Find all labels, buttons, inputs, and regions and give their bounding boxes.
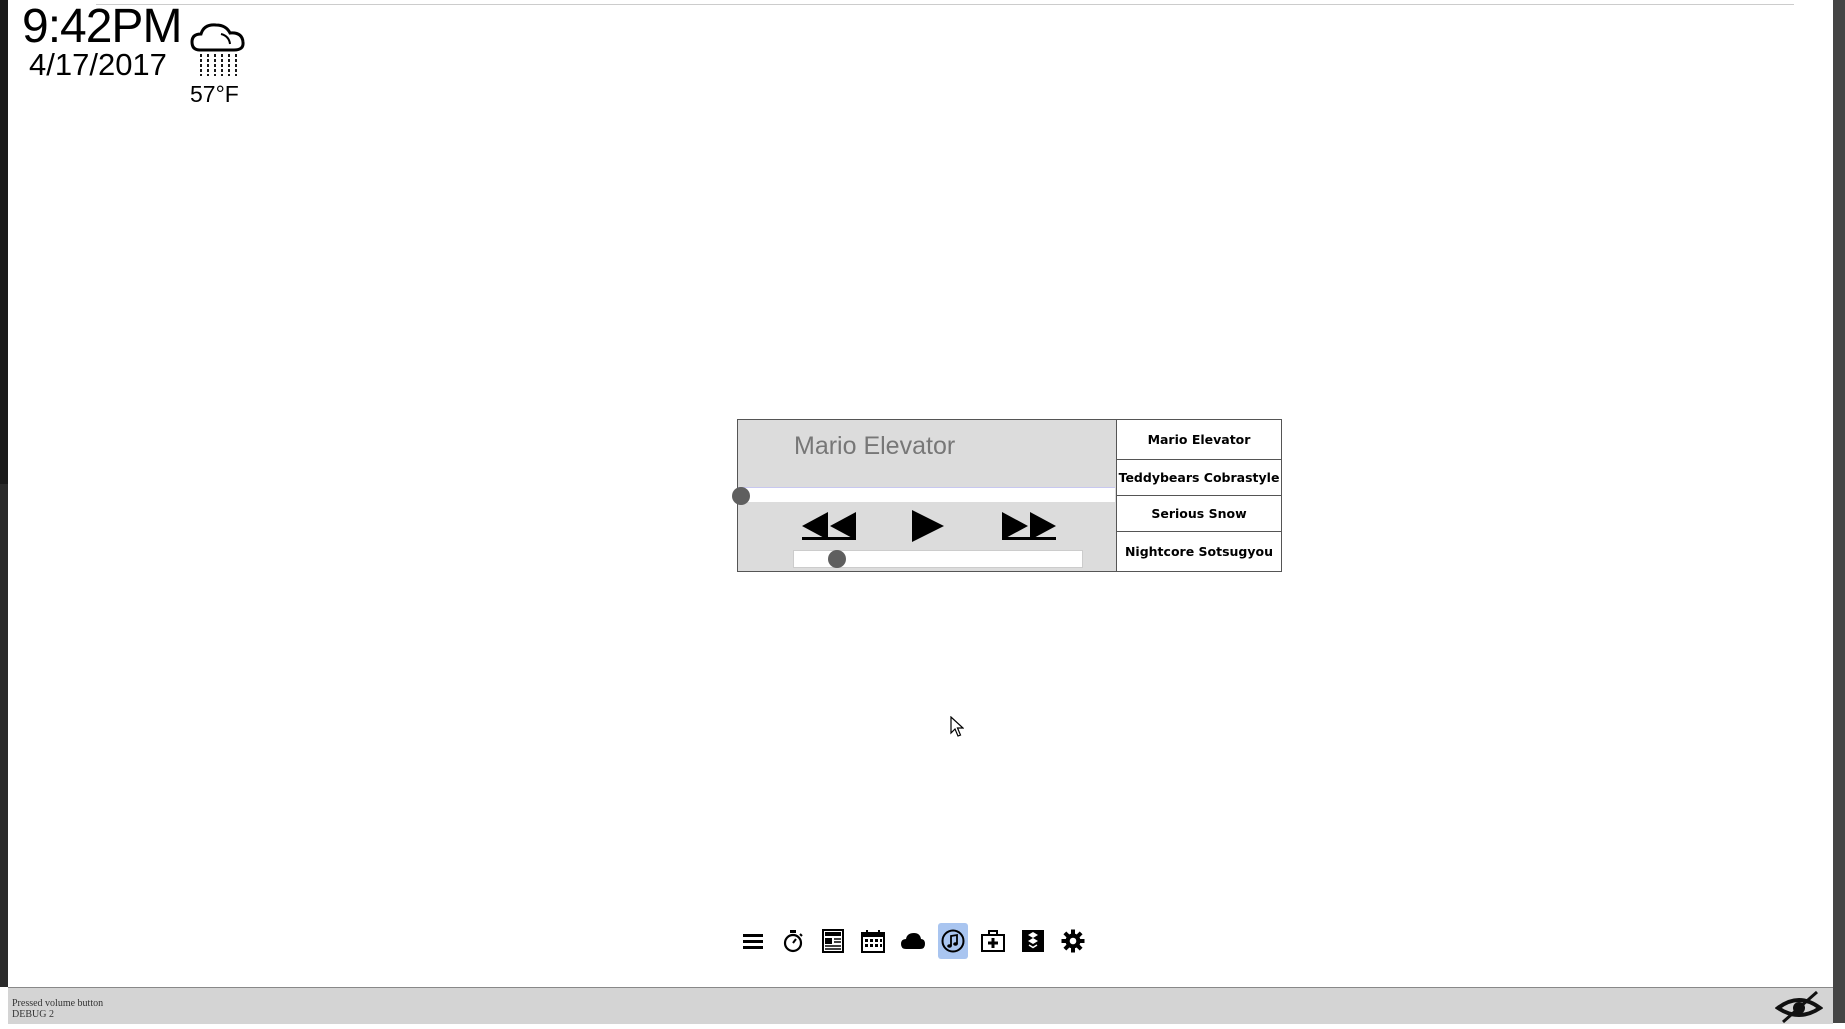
music-icon [941, 929, 965, 953]
playlist-item[interactable]: Nightcore Sotsugyou [1117, 532, 1281, 570]
temperature: 57°F [190, 81, 239, 107]
dropbox-icon [1022, 930, 1044, 952]
play-button[interactable] [910, 506, 946, 546]
song-progress-bar[interactable] [738, 487, 1115, 502]
rewind-icon [802, 512, 856, 540]
mouse-cursor-icon [950, 715, 965, 743]
status-text: Pressed volume button DEBUG 2 [12, 998, 103, 1020]
calendar-icon [861, 930, 885, 953]
play-icon [912, 510, 944, 542]
current-song-title: Mario Elevator [794, 432, 956, 460]
music-button[interactable] [938, 923, 968, 959]
stopwatch-button[interactable] [773, 923, 813, 959]
eye-slash-icon[interactable] [1774, 990, 1824, 1024]
playlist-item[interactable]: Serious Snow [1117, 496, 1281, 532]
news-icon [822, 929, 844, 953]
playlist: Mario Elevator Teddybears Cobrastyle Ser… [1116, 419, 1282, 572]
weather-button[interactable] [893, 923, 933, 959]
app-dock [733, 923, 1093, 959]
playlist-item[interactable]: Teddybears Cobrastyle [1117, 460, 1281, 496]
clock-time: 9:42PM [22, 0, 182, 53]
address-strip [96, 0, 1794, 5]
medical-kit-icon [981, 930, 1005, 952]
debug-label: DEBUG 2 [12, 1009, 54, 1020]
volume-knob[interactable] [828, 550, 846, 568]
dropbox-button[interactable] [1013, 923, 1053, 959]
calendar-button[interactable] [853, 923, 893, 959]
news-button[interactable] [813, 923, 853, 959]
medical-button[interactable] [973, 923, 1013, 959]
fast-forward-button[interactable] [1000, 506, 1058, 546]
clock-date: 4/17/2017 [29, 47, 167, 82]
menu-button[interactable] [733, 923, 773, 959]
status-message: Pressed volume button [12, 998, 104, 1009]
menu-icon [743, 934, 763, 949]
window-edge-right [1833, 0, 1845, 1023]
settings-button[interactable] [1053, 923, 1093, 959]
song-progress-knob[interactable] [732, 487, 750, 505]
rewind-button[interactable] [800, 506, 858, 546]
music-player: Mario Elevator [732, 419, 1117, 572]
stopwatch-icon [783, 930, 803, 953]
status-bar: Pressed volume button DEBUG 2 [8, 987, 1833, 1024]
rain-cloud-icon [188, 20, 248, 78]
gear-icon [1061, 929, 1085, 953]
window-edge-left-lower [0, 484, 8, 987]
playlist-item[interactable]: Mario Elevator [1117, 420, 1281, 460]
fast-forward-icon [1002, 512, 1056, 540]
cloud-icon [901, 933, 925, 949]
